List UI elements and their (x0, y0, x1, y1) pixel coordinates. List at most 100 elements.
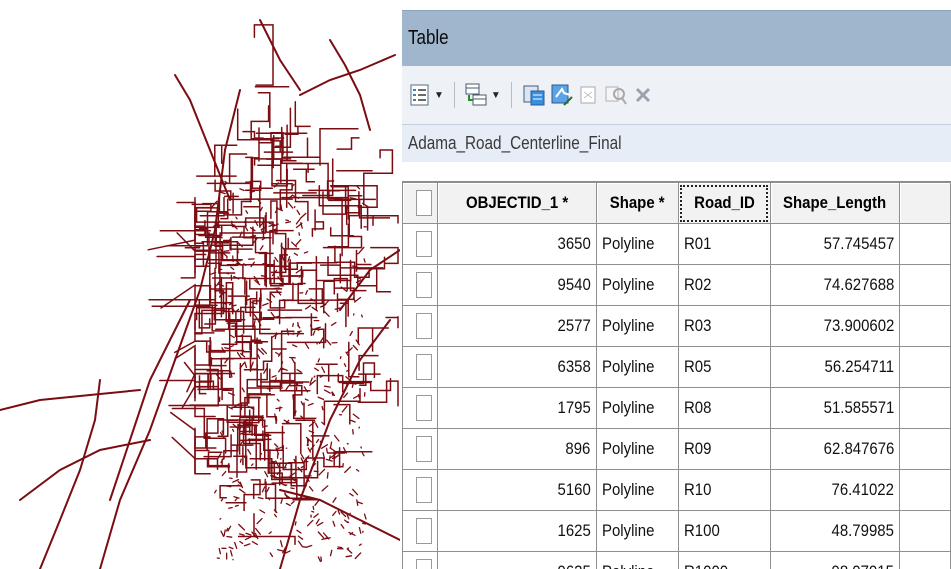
road-line (321, 405, 324, 411)
cell-objectid[interactable]: 5160 (437, 469, 597, 511)
cell-empty[interactable] (899, 264, 951, 306)
cell-road-id[interactable]: R01 (677, 223, 771, 265)
cell-shape-length[interactable]: 98.07915 (769, 551, 901, 569)
table-row[interactable]: 1795 Polyline R08 51.585571 (402, 387, 951, 429)
cell-objectid[interactable]: 9625 (437, 551, 597, 569)
cell-shape-length[interactable]: 62.847676 (769, 428, 901, 470)
cell-road-id[interactable]: R02 (677, 264, 771, 306)
road-line (229, 238, 253, 250)
column-header-shape-length[interactable]: Shape_Length (769, 182, 901, 224)
cell-shape-length[interactable]: 57.745457 (769, 223, 901, 265)
cell-empty[interactable] (899, 346, 951, 388)
cell-shape-length[interactable]: 51.585571 (769, 387, 901, 429)
row-selector[interactable] (402, 510, 438, 552)
cell-shape-length[interactable]: 76.41022 (769, 469, 901, 511)
cell-objectid[interactable]: 1625 (437, 510, 597, 552)
road-line (330, 321, 337, 326)
cell-empty[interactable] (899, 305, 951, 347)
switch-selection-icon (551, 84, 573, 106)
road-line (337, 546, 343, 549)
road-line (19, 439, 151, 501)
road-line (354, 552, 362, 560)
cell-shape[interactable]: Polyline (595, 346, 679, 388)
select-by-attributes-button[interactable] (522, 79, 546, 111)
road-line (321, 366, 326, 374)
row-selector[interactable] (402, 264, 438, 306)
cell-shape-length[interactable]: 73.900602 (769, 305, 901, 347)
row-selector[interactable] (402, 223, 438, 265)
cell-shape-length[interactable]: 74.627688 (769, 264, 901, 306)
table-row[interactable]: 1625 Polyline R100 48.79985 (402, 510, 951, 552)
layer-tab[interactable]: Adama_Road_Centerline_Final (402, 124, 951, 162)
road-line (269, 552, 274, 558)
road-line (313, 375, 316, 378)
road-line (307, 402, 314, 406)
table-row[interactable]: 9540 Polyline R02 74.627688 (402, 264, 951, 306)
row-selector-box (416, 559, 432, 569)
cell-empty[interactable] (899, 428, 951, 470)
road-line (344, 466, 352, 474)
cell-shape[interactable]: Polyline (595, 387, 679, 429)
road-line (357, 501, 363, 505)
cell-empty[interactable] (899, 469, 951, 511)
table-row[interactable]: 6358 Polyline R05 56.254711 (402, 346, 951, 388)
cell-shape[interactable]: Polyline (595, 469, 679, 511)
clear-selection-button[interactable] (578, 79, 600, 111)
cell-empty[interactable] (899, 551, 951, 569)
cell-empty[interactable] (899, 223, 951, 265)
cell-shape[interactable]: Polyline (595, 428, 679, 470)
cell-empty[interactable] (899, 510, 951, 552)
cell-shape[interactable]: Polyline (595, 223, 679, 265)
cell-road-id[interactable]: R03 (677, 305, 771, 347)
table-row[interactable]: 9625 Polyline R1000 98.07915 (402, 551, 951, 569)
table-row[interactable]: 5160 Polyline R10 76.41022 (402, 469, 951, 511)
cell-road-id[interactable]: R10 (677, 469, 771, 511)
road-line (329, 39, 371, 131)
cell-objectid[interactable]: 896 (437, 428, 597, 470)
table-row[interactable]: 2577 Polyline R03 73.900602 (402, 305, 951, 347)
cell-shape[interactable]: Polyline (595, 551, 679, 569)
row-selector[interactable] (402, 469, 438, 511)
road-line (346, 521, 350, 524)
column-header-shape[interactable]: Shape * (595, 182, 679, 224)
table-row[interactable]: 896 Polyline R09 62.847676 (402, 428, 951, 470)
cell-road-id[interactable]: R1000 (677, 551, 771, 569)
row-selector[interactable] (402, 305, 438, 347)
road-line (244, 361, 248, 369)
cell-shape-length[interactable]: 48.79985 (769, 510, 901, 552)
delete-selected-button[interactable] (632, 79, 654, 111)
zoom-to-selected-button[interactable] (604, 79, 628, 111)
row-selector[interactable] (402, 387, 438, 429)
road-line (254, 527, 261, 536)
row-selector-header[interactable] (402, 182, 438, 224)
cell-road-id[interactable]: R100 (677, 510, 771, 552)
cell-shape-length[interactable]: 56.254711 (769, 346, 901, 388)
cell-road-id[interactable]: R05 (677, 346, 771, 388)
cell-objectid[interactable]: 6358 (437, 346, 597, 388)
cell-shape[interactable]: Polyline (595, 510, 679, 552)
cell-shape[interactable]: Polyline (595, 305, 679, 347)
road-line (250, 463, 254, 467)
cell-road-id[interactable]: R09 (677, 428, 771, 470)
switch-selection-button[interactable] (550, 79, 574, 111)
row-selector-box (416, 272, 432, 298)
column-header-objectid[interactable]: OBJECTID_1 * (437, 182, 597, 224)
cell-value: Polyline (601, 357, 654, 376)
row-selector[interactable] (402, 428, 438, 470)
window-title: Table (408, 27, 449, 49)
cell-objectid[interactable]: 3650 (437, 223, 597, 265)
cell-objectid[interactable]: 1795 (437, 387, 597, 429)
cell-road-id[interactable]: R08 (677, 387, 771, 429)
row-selector[interactable] (402, 551, 438, 569)
column-header-road-id[interactable]: Road_ID (677, 182, 771, 224)
cell-objectid[interactable]: 2577 (437, 305, 597, 347)
row-selector[interactable] (402, 346, 438, 388)
table-options-button[interactable]: ▼ (410, 79, 444, 111)
road-line (287, 256, 291, 263)
related-tables-button[interactable]: ▼ (465, 79, 501, 111)
cell-objectid[interactable]: 9540 (437, 264, 597, 306)
road-line (285, 385, 290, 391)
table-row[interactable]: 3650 Polyline R01 57.745457 (402, 223, 951, 265)
cell-empty[interactable] (899, 387, 951, 429)
cell-shape[interactable]: Polyline (595, 264, 679, 306)
